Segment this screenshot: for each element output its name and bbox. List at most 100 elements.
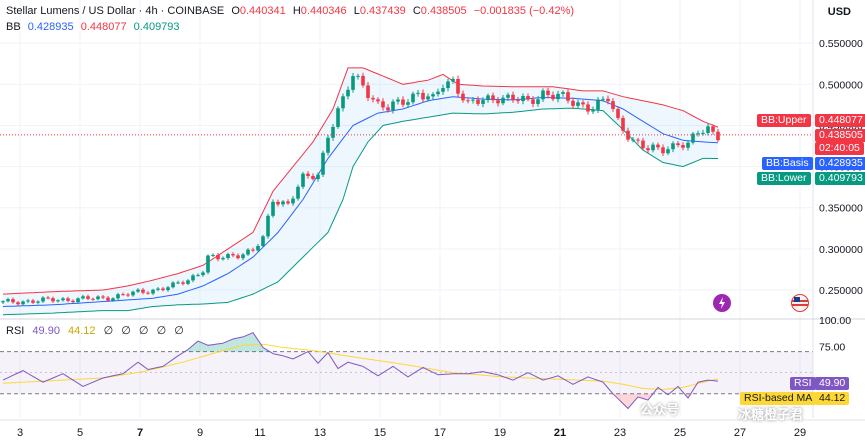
candle-body xyxy=(421,92,425,100)
candle-body xyxy=(1,301,5,303)
bb-upper-value: 0.448077 xyxy=(80,21,127,33)
candle-body xyxy=(301,173,305,187)
chart-canvas[interactable]: 0.5500000.5000000.4500000.4000000.350000… xyxy=(0,0,865,441)
candle-body xyxy=(481,100,485,104)
bollinger-bands xyxy=(2,67,719,316)
bb-basis-value: 0.428935 xyxy=(27,21,74,33)
change-value: −0.001835 (−0.42%) xyxy=(473,5,575,17)
candle-body xyxy=(206,255,210,273)
us-flag-icon[interactable] xyxy=(791,294,809,312)
candle-body xyxy=(31,300,35,303)
candle-body xyxy=(591,109,595,112)
open-label: O xyxy=(231,5,240,17)
rsi-extra-4: ∅ xyxy=(156,325,167,337)
price-tick-label: 0.250000 xyxy=(819,285,863,297)
bb-basis-tag-value: 0.428935 xyxy=(819,157,863,169)
candle-body xyxy=(671,143,675,150)
close-tag-value: 0.438505 xyxy=(819,129,863,141)
watermark-left: 公众号 xyxy=(640,402,680,417)
candle-body xyxy=(201,272,205,276)
candle-body xyxy=(176,282,180,284)
candle-body xyxy=(331,126,335,138)
time-tick-label: 3 xyxy=(17,427,23,439)
candle-body xyxy=(21,301,25,305)
lightning-icon[interactable] xyxy=(713,294,731,312)
candle-body xyxy=(161,288,165,291)
rsi-ma-value: 44.12 xyxy=(68,325,96,337)
candle-body xyxy=(541,90,545,100)
time-tick-label: 13 xyxy=(314,427,326,439)
candle-body xyxy=(291,198,295,204)
candle-body xyxy=(431,94,435,97)
candle-body xyxy=(556,93,560,100)
time-tick-label: 27 xyxy=(734,427,746,439)
candle-body xyxy=(686,142,690,148)
candle-body xyxy=(361,75,365,86)
candle-body xyxy=(81,296,85,299)
bb-lower-tag: BB:Lower xyxy=(757,172,811,185)
candle-body xyxy=(156,288,160,290)
candle-body xyxy=(716,131,720,141)
candle-body xyxy=(41,297,45,302)
candle-body xyxy=(401,99,405,105)
candle-body xyxy=(666,149,670,154)
candle-body xyxy=(551,94,555,100)
candle-body xyxy=(476,99,480,104)
bb-label[interactable]: BB xyxy=(6,21,21,33)
candle-body xyxy=(71,300,75,303)
time-tick-label: 7 xyxy=(137,427,143,439)
time-tick-label: 29 xyxy=(794,427,806,439)
currency-label[interactable]: USD xyxy=(828,6,851,18)
candle-body xyxy=(166,287,170,291)
candle-body xyxy=(416,92,420,94)
candle-body xyxy=(316,174,320,180)
rsi-extra-2: ∅ xyxy=(121,325,131,337)
candle-body xyxy=(211,254,215,256)
candle-body xyxy=(341,96,345,109)
candle-body xyxy=(111,298,115,301)
candle-body xyxy=(241,254,245,259)
rsi-tag-value: 49.90 xyxy=(819,377,846,389)
price-tick-label: 0.350000 xyxy=(819,203,863,215)
candle-body xyxy=(616,108,620,118)
candle-body xyxy=(526,96,530,100)
rsi-header: RSI 49.90 44.12 ∅ ∅ ∅ ∅ ∅ xyxy=(6,324,189,337)
candle-body xyxy=(391,101,395,111)
candle-body xyxy=(76,298,80,303)
low-value: 0.437439 xyxy=(359,5,406,17)
rsi-price-tag: 49.90 xyxy=(815,377,850,390)
candle-body xyxy=(371,97,375,100)
candle-body xyxy=(136,289,140,292)
bb-lower-price-tag: 0.409793 xyxy=(815,172,865,185)
candle-body xyxy=(426,96,430,100)
rsi-extra-1: ∅ xyxy=(103,325,114,337)
candle-body xyxy=(231,254,235,256)
close-price-tag: 0.438505 xyxy=(815,129,865,142)
price-tick-label: 0.300000 xyxy=(819,244,863,256)
rsi-value: 49.90 xyxy=(32,325,60,337)
candle-body xyxy=(61,298,65,301)
candle-body xyxy=(441,88,445,92)
candle-body xyxy=(51,298,55,302)
symbol-name[interactable]: Stellar Lumens / US Dollar · 4h · COINBA… xyxy=(6,5,224,17)
bb-header: BB 0.428935 0.448077 0.409793 xyxy=(6,21,184,33)
candle-body xyxy=(386,107,390,111)
time-tick-label: 17 xyxy=(434,427,446,439)
rsi-label[interactable]: RSI xyxy=(6,325,24,337)
candle-body xyxy=(606,98,610,102)
candle-body xyxy=(96,296,100,300)
candle-body xyxy=(46,297,50,299)
candle-body xyxy=(576,102,580,106)
time-tick-label: 5 xyxy=(77,427,83,439)
candle-body xyxy=(196,275,200,277)
time-tick-label: 21 xyxy=(554,427,566,439)
bb-upper-tag-value: 0.448077 xyxy=(819,114,863,126)
close-value: 0.438505 xyxy=(420,5,467,17)
candle-body xyxy=(636,139,640,141)
time-tick-label: 19 xyxy=(494,427,506,439)
candle-body xyxy=(486,95,490,101)
candle-body xyxy=(711,126,715,132)
candle-body xyxy=(86,296,90,299)
candle-body xyxy=(656,144,660,148)
candle-body xyxy=(246,249,250,255)
